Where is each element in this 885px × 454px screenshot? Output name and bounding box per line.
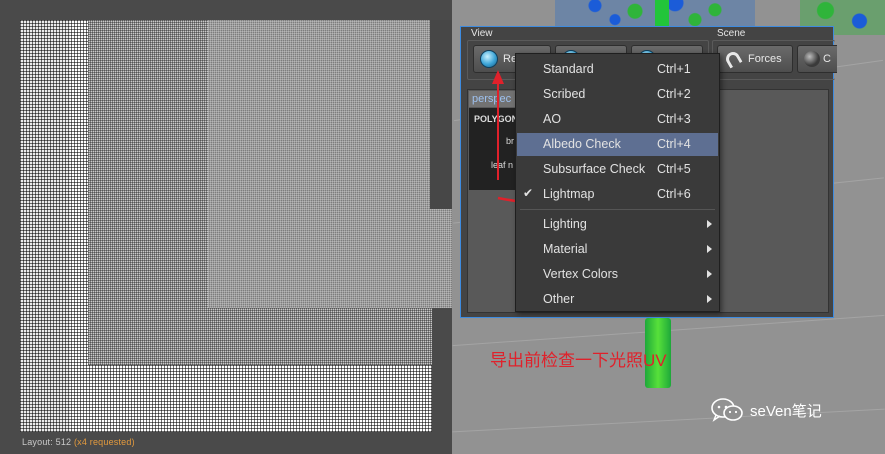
menu-item-material[interactable]: Material [517, 238, 718, 261]
menu-item-vertex-colors[interactable]: Vertex Colors [517, 263, 718, 286]
menu-item-label: Material [543, 242, 588, 256]
menu-item-label: Albedo Check [543, 137, 621, 151]
menu-item-label: Vertex Colors [543, 267, 619, 281]
menu-item-label: Subsurface Check [543, 162, 646, 176]
annotation-text: 导出前检查一下光照UV [490, 351, 667, 370]
menu-item-lighting[interactable]: Lighting [517, 213, 718, 236]
menu-item-label: Other [543, 292, 575, 306]
menu-item-label: AO [543, 112, 562, 126]
menu-item-label: Lightmap [543, 187, 595, 201]
menu-separator [520, 209, 715, 210]
menu-item-shortcut: Ctrl+1 [657, 62, 691, 76]
menu-item-lightmap[interactable]: ✔ Lightmap Ctrl+6 [517, 183, 718, 206]
menu-item-albedo-check[interactable]: Albedo Check Ctrl+4 [517, 133, 718, 156]
annotation-arrow-head [492, 70, 504, 84]
wechat-icon [711, 398, 743, 422]
menu-item-shortcut: Ctrl+5 [657, 162, 691, 176]
menu-item-shortcut: Ctrl+6 [657, 187, 691, 201]
annotation-arrows [492, 70, 623, 208]
menu-item-shortcut: Ctrl+3 [657, 112, 691, 126]
menu-item-scribed[interactable]: Scribed Ctrl+2 [517, 83, 718, 106]
menu-item-standard[interactable]: Standard Ctrl+1 [517, 58, 718, 81]
submenu-arrow-icon [707, 295, 712, 303]
menu-item-label: Standard [543, 62, 594, 76]
menu-item-shortcut: Ctrl+2 [657, 87, 691, 101]
watermark: seVen笔记 [710, 396, 822, 424]
menu-item-other[interactable]: Other [517, 288, 718, 311]
menu-item-ao[interactable]: AO Ctrl+3 [517, 108, 718, 131]
menu-item-label: Lighting [543, 217, 587, 231]
submenu-arrow-icon [707, 220, 712, 228]
render-mode-menu: Standard Ctrl+1 Scribed Ctrl+2 AO Ctrl+3… [515, 53, 720, 312]
submenu-arrow-icon [707, 270, 712, 278]
menu-item-shortcut: Ctrl+4 [657, 137, 691, 151]
watermark-text: seVen笔记 [750, 402, 822, 420]
menu-item-label: Scribed [543, 87, 586, 101]
checkmark-icon: ✔ [523, 186, 534, 200]
submenu-arrow-icon [707, 245, 712, 253]
menu-item-subsurface-check[interactable]: Subsurface Check Ctrl+5 [517, 158, 718, 181]
